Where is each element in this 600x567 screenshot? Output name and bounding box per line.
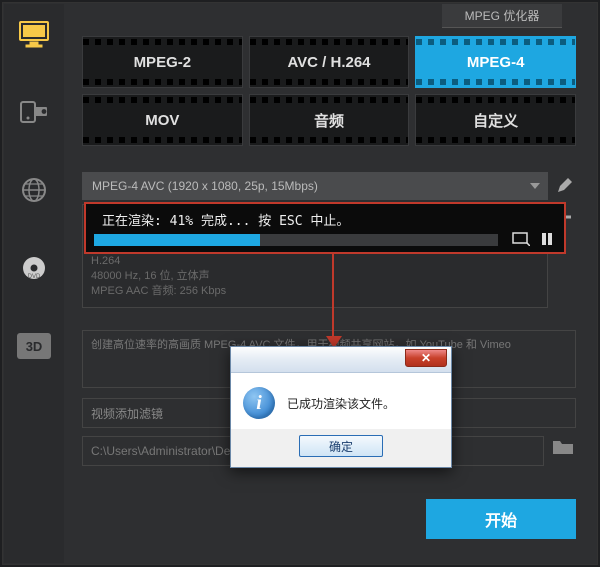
- start-button[interactable]: 开始: [426, 499, 576, 539]
- pause-icon: [540, 232, 554, 246]
- sidebar-item-device[interactable]: [4, 82, 64, 142]
- dialog-ok-button[interactable]: 确定: [299, 435, 383, 457]
- render-progress-panel: 正在渲染: 41% 完成... 按 ESC 中止。: [84, 202, 566, 254]
- browse-folder-button[interactable]: [552, 438, 574, 461]
- preset-label: MPEG-4 AVC (1920 x 1080, 25p, 15Mbps): [92, 179, 318, 193]
- format-label: 自定义: [473, 110, 518, 131]
- render-status-text: 正在渲染: 41% 完成... 按 ESC 中止。: [92, 208, 558, 235]
- format-label: MPEG-4: [467, 54, 525, 71]
- info-line: MPEG AAC 音频: 256 Kbps: [91, 284, 539, 299]
- filter-label: 视频添加滤镜: [91, 405, 163, 422]
- tab-mpeg-optimizer[interactable]: MPEG 优化器: [442, 4, 562, 28]
- pause-button[interactable]: [536, 230, 558, 248]
- format-mpeg2[interactable]: MPEG-2: [82, 36, 243, 88]
- dialog-message: 已成功渲染该文件。: [287, 395, 395, 412]
- globe-icon: [20, 176, 48, 204]
- dialog-titlebar[interactable]: ✕: [231, 347, 451, 373]
- format-label: MPEG-2: [134, 54, 192, 71]
- format-custom[interactable]: 自定义: [415, 94, 576, 146]
- chevron-down-icon: [530, 183, 540, 189]
- svg-text:DVD: DVD: [28, 274, 41, 280]
- format-mpeg4[interactable]: MPEG-4: [415, 36, 576, 88]
- info-line: 48000 Hz, 16 位, 立体声: [91, 269, 539, 284]
- dialog-body: i 已成功渲染该文件。: [231, 373, 451, 429]
- format-mov[interactable]: MOV: [82, 94, 243, 146]
- format-avc[interactable]: AVC / H.264: [249, 36, 410, 88]
- progress-fill: [94, 234, 260, 246]
- threed-icon: 3D: [17, 333, 51, 359]
- disc-icon: DVD: [20, 254, 48, 282]
- device-icon: [19, 99, 49, 125]
- sidebar-item-3d[interactable]: 3D: [4, 316, 64, 376]
- format-label: MOV: [145, 112, 179, 129]
- annotation-arrow: [332, 254, 334, 338]
- monitor-icon: [17, 20, 51, 48]
- progress-bar: [94, 234, 498, 246]
- start-label: 开始: [485, 507, 517, 531]
- format-label: AVC / H.264: [287, 54, 370, 71]
- format-audio[interactable]: 音频: [249, 94, 410, 146]
- preview-icon: [512, 232, 530, 246]
- preview-button[interactable]: [510, 230, 532, 248]
- sidebar-item-disc[interactable]: DVD: [4, 238, 64, 298]
- info-icon: i: [243, 387, 275, 419]
- info-line: H.264: [91, 254, 539, 269]
- sidebar-item-web[interactable]: [4, 160, 64, 220]
- pencil-icon: [556, 176, 574, 194]
- format-grid: MPEG-2 AVC / H.264 MPEG-4 MOV 音频 自定义: [82, 36, 576, 146]
- close-icon: ✕: [421, 351, 431, 365]
- tab-label: MPEG 优化器: [465, 7, 540, 24]
- dialog-close-button[interactable]: ✕: [405, 349, 447, 367]
- success-dialog: ✕ i 已成功渲染该文件。 确定: [230, 346, 452, 468]
- sidebar: DVD 3D: [4, 4, 64, 563]
- sidebar-item-computer[interactable]: [4, 4, 64, 64]
- preset-dropdown[interactable]: MPEG-4 AVC (1920 x 1080, 25p, 15Mbps): [82, 172, 548, 200]
- dialog-footer: 确定: [231, 429, 451, 467]
- edit-preset-button[interactable]: [556, 176, 574, 199]
- folder-icon: [552, 438, 574, 456]
- format-label: 音频: [314, 110, 344, 131]
